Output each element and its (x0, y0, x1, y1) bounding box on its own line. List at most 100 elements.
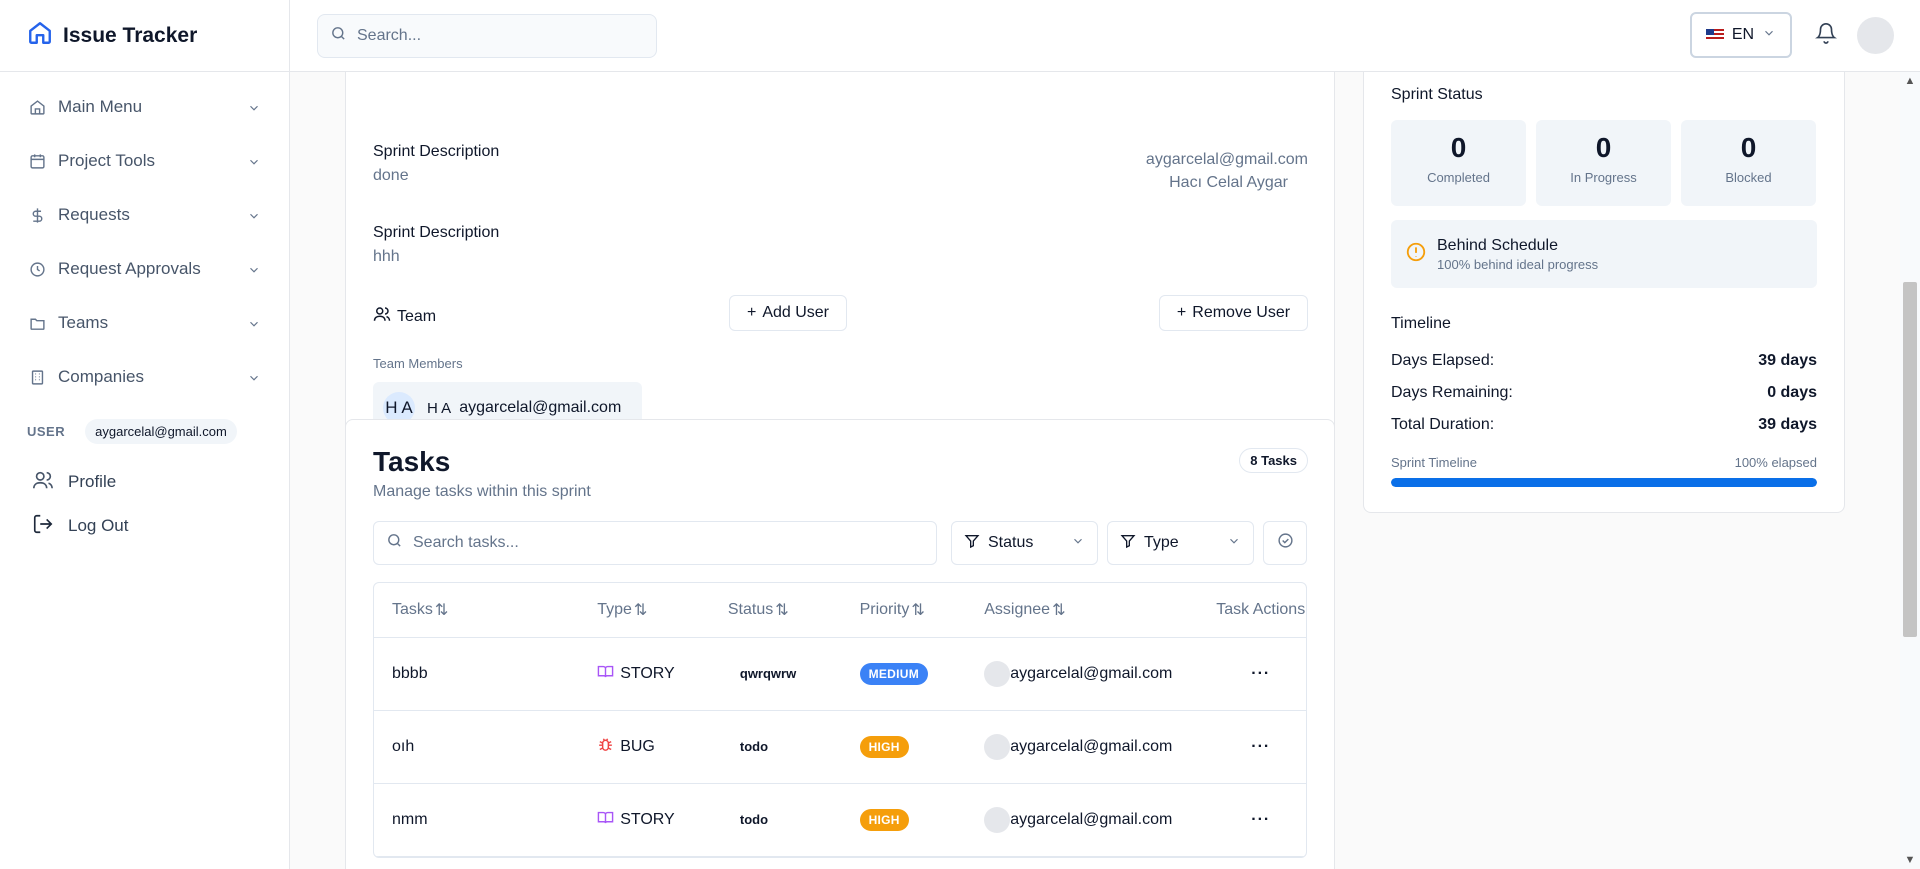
sidebar-item-project-tools[interactable]: Project Tools (0, 134, 289, 188)
language-code: EN (1731, 26, 1755, 43)
column-header-priority[interactable]: Priority ⇅ (859, 583, 985, 638)
status-filter-label: Status (988, 534, 1034, 551)
team-label: Team (397, 307, 437, 325)
building-icon (28, 368, 46, 386)
avatar[interactable] (1857, 17, 1894, 54)
brand[interactable]: Issue Tracker (0, 0, 289, 72)
calendar-icon (28, 152, 46, 170)
search-input[interactable] (357, 27, 637, 45)
avatar (984, 733, 1011, 760)
global-search[interactable] (317, 14, 657, 58)
alert-subtitle: 100% behind ideal progress (1437, 256, 1599, 272)
table-row[interactable]: bbbb STORY qwrqwrw MEDIUM aygarcelal@gma… (374, 637, 1306, 711)
add-user-button[interactable]: + Add User (729, 295, 847, 331)
remove-user-label: Remove User (1192, 304, 1291, 321)
timeline-title: Timeline (1391, 315, 1451, 332)
sidebar-item-request-approvals[interactable]: Request Approvals (0, 242, 289, 296)
top-header: EN (290, 0, 1920, 72)
user-icon (32, 469, 54, 496)
status-filter[interactable]: Status (951, 521, 1098, 565)
alert-circle-icon (1405, 241, 1427, 268)
task-name: bbbb (374, 637, 598, 711)
dollar-icon (28, 206, 46, 224)
task-actions: ··· (1215, 783, 1306, 857)
column-header-type[interactable]: Type ⇅ (597, 583, 728, 638)
more-horizontal-icon[interactable]: ··· (1215, 738, 1306, 756)
bell-icon[interactable] (1815, 22, 1839, 46)
book-icon (597, 663, 614, 685)
owner-email: aygarcelal@gmail.com (1145, 151, 1308, 168)
sidebar-item-label: Requests (58, 205, 130, 224)
behind-schedule-alert: Behind Schedule 100% behind ideal progre… (1391, 220, 1817, 288)
sidebar-item-main-menu[interactable]: Main Menu (0, 80, 289, 134)
sort-icon: ⇅ (775, 601, 789, 619)
task-type: STORY (597, 637, 728, 711)
member-email: aygarcelal@gmail.com (459, 399, 622, 416)
task-search[interactable] (373, 521, 937, 565)
page-scrollbar[interactable]: ▲ ▼ (1900, 72, 1920, 869)
table-row[interactable]: oıh BUG todo HIGH aygarcelal@gmail.com ·… (374, 710, 1306, 784)
column-header-assignee[interactable]: Assignee ⇅ (984, 583, 1216, 638)
scroll-down-icon[interactable]: ▼ (1903, 853, 1917, 867)
task-assignee: aygarcelal@gmail.com (984, 783, 1216, 857)
remove-user-button[interactable]: + Remove User (1159, 295, 1308, 331)
sort-icon: ⇅ (1052, 601, 1066, 619)
language-selector[interactable]: EN (1690, 12, 1792, 58)
sprint-description-label: Sprint Description (373, 143, 500, 160)
scroll-up-icon[interactable]: ▲ (1903, 74, 1917, 88)
task-name: oıh (374, 710, 598, 784)
sidebar-item-requests[interactable]: Requests (0, 188, 289, 242)
table-row[interactable]: nmm STORY todo HIGH aygarcelal@gmail.com… (374, 783, 1306, 857)
sprint-description-value: done (373, 167, 409, 184)
clear-filters-button[interactable] (1263, 521, 1307, 565)
sidebar-item-companies[interactable]: Companies (0, 350, 289, 404)
task-actions: ··· (1215, 637, 1306, 711)
task-search-input[interactable] (413, 534, 913, 552)
home-logo-icon (27, 20, 53, 51)
search-icon (386, 532, 403, 554)
sort-icon: ⇅ (434, 601, 449, 619)
task-assignee: aygarcelal@gmail.com (984, 710, 1216, 784)
team-members-label: Team Members (373, 356, 463, 371)
task-priority: HIGH (859, 710, 985, 784)
check-circle-icon (1277, 532, 1294, 554)
folder-icon (28, 314, 46, 332)
sprint-status-card: Sprint Status 0 Completed 0 In Progress … (1363, 72, 1845, 513)
sidebar-item-label: Project Tools (58, 151, 156, 170)
priority-badge: HIGH (859, 808, 909, 831)
more-horizontal-icon[interactable]: ··· (1215, 665, 1306, 683)
tasks-table: Tasks ⇅ Type ⇅ Status ⇅ Priority ⇅ Assignee ⇅… (373, 582, 1307, 858)
bug-icon (597, 736, 614, 758)
sidebar: Issue Tracker Main Menu Project Tools Re… (0, 0, 290, 869)
member-initials: H A (427, 399, 452, 417)
profile-label: Profile (68, 472, 117, 491)
sort-icon: ⇅ (633, 601, 648, 619)
alert-title: Behind Schedule (1437, 236, 1558, 254)
sidebar-item-label: Request Approvals (58, 259, 201, 278)
column-header-tasks[interactable]: Tasks ⇅ (374, 583, 598, 638)
more-horizontal-icon[interactable]: ··· (1215, 811, 1306, 829)
owner-name: Hacı Celal Aygar (1169, 174, 1288, 191)
task-priority: HIGH (859, 783, 985, 857)
tasks-title: Tasks (373, 446, 451, 477)
user-email-badge: aygarcelal@gmail.com (85, 418, 237, 444)
chevron-down-icon (247, 316, 261, 330)
task-priority: MEDIUM (859, 637, 985, 711)
avatar (984, 806, 1011, 833)
logout-link[interactable]: Log Out (0, 504, 289, 548)
tasks-count-badge: 8 Tasks (1239, 448, 1308, 473)
task-type: STORY (597, 783, 728, 857)
task-assignee: aygarcelal@gmail.com (984, 637, 1216, 711)
profile-link[interactable]: Profile (0, 460, 289, 504)
column-header-status[interactable]: Status ⇅ (727, 583, 860, 638)
brand-title: Issue Tracker (63, 23, 198, 47)
chevron-down-icon (1762, 26, 1776, 45)
type-filter[interactable]: Type (1107, 521, 1254, 565)
sprint-description-value: hhh (373, 248, 400, 265)
timeline-bar-labels: Sprint Timeline 100% elapsed (1391, 455, 1817, 470)
plus-icon: + (1176, 304, 1187, 321)
scroll-thumb[interactable] (1903, 282, 1917, 637)
chevron-down-icon (1227, 534, 1241, 553)
priority-badge: HIGH (859, 735, 909, 758)
sidebar-item-teams[interactable]: Teams (0, 296, 289, 350)
